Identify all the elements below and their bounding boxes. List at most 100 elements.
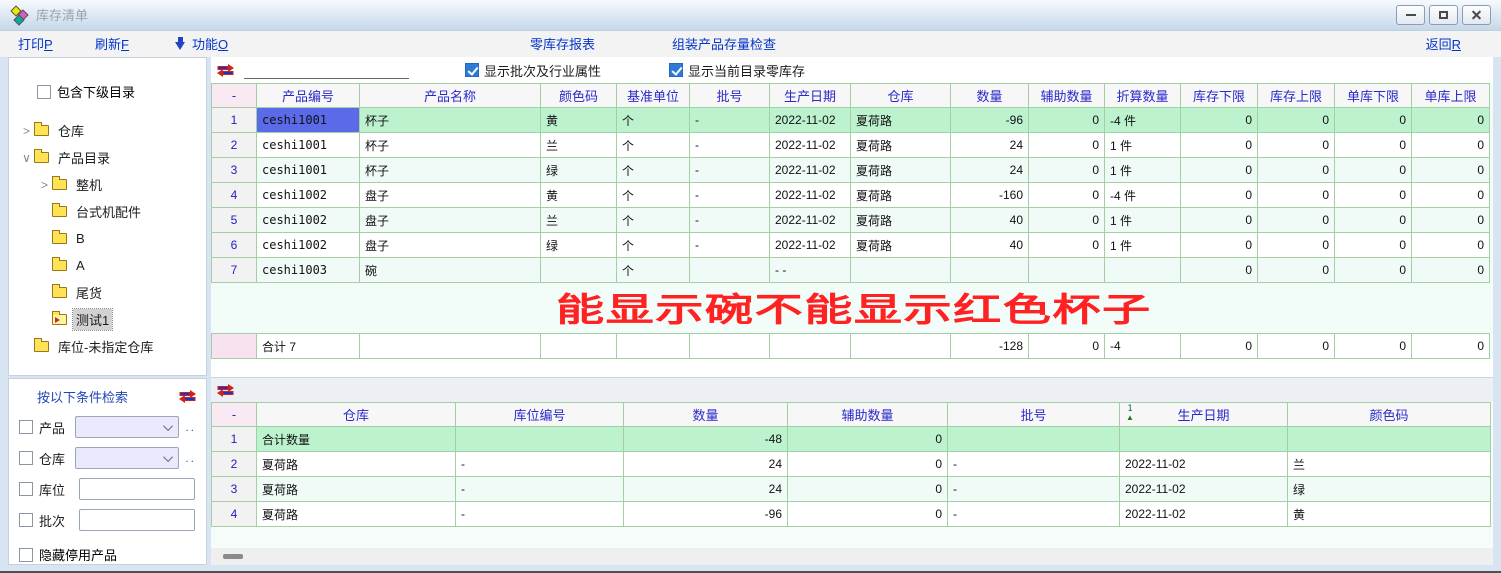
cell[interactable]: 2022-11-02 [770,133,851,158]
cell[interactable] [541,334,617,359]
cell[interactable]: 合计数量 [257,427,456,452]
col-header[interactable]: 生产日期 [770,84,851,108]
cell[interactable]: 0 [1412,133,1490,158]
cell[interactable]: 2022-11-02 [1120,502,1288,527]
tree-item-B[interactable]: B [9,225,206,252]
col-header[interactable]: 单库上限 [1412,84,1490,108]
cell[interactable]: 兰 [541,208,617,233]
cell[interactable]: -4 件 [1105,183,1181,208]
table-row[interactable]: 1ceshi1001杯子黄个-2022-11-02夏荷路-960-4 件0000 [212,108,1490,133]
cell[interactable]: 5 [212,208,257,233]
cell[interactable]: 个 [617,133,690,158]
table-row[interactable]: 7ceshi1003碗个- -0000 [212,258,1490,283]
cell[interactable]: 0 [1181,334,1258,359]
cell[interactable]: -4 件 [1105,108,1181,133]
col-header[interactable]: 数量 [951,84,1029,108]
cell[interactable]: 0 [1029,334,1105,359]
cell[interactable] [690,258,770,283]
cell[interactable]: 个 [617,208,690,233]
cell[interactable]: 个 [617,258,690,283]
hide-disabled-checkbox[interactable] [19,548,33,562]
cell[interactable]: 夏荷路 [851,133,951,158]
cell[interactable] [360,334,541,359]
cell[interactable] [541,258,617,283]
cell[interactable]: 0 [1258,258,1335,283]
cell[interactable] [948,427,1120,452]
cell[interactable]: - [690,158,770,183]
cell[interactable]: 个 [617,158,690,183]
cell[interactable] [851,258,951,283]
col-header[interactable]: 库存上限 [1258,84,1335,108]
cell[interactable]: 2022-11-02 [770,183,851,208]
cell[interactable]: 0 [1181,108,1258,133]
cell[interactable]: 黄 [541,183,617,208]
cell[interactable]: - [456,502,624,527]
chevron-down-icon[interactable] [160,417,178,437]
cell[interactable]: 夏荷路 [851,158,951,183]
tree-item-产品目录[interactable]: ∨产品目录 [9,144,206,171]
cell[interactable]: 4 [212,183,257,208]
cell[interactable]: 0 [1335,133,1412,158]
cell[interactable]: 0 [1412,208,1490,233]
cell[interactable]: 0 [1258,108,1335,133]
cell[interactable]: 夏荷路 [851,208,951,233]
cell[interactable]: - [948,477,1120,502]
cell[interactable]: ceshi1002 [257,183,360,208]
cell[interactable]: 黄 [1288,502,1491,527]
include-sub-checkbox[interactable] [37,85,51,99]
cell[interactable]: ceshi1002 [257,208,360,233]
quick-filter-input[interactable] [244,61,409,79]
cell[interactable]: 碗 [360,258,541,283]
cell[interactable]: 0 [1335,208,1412,233]
cell[interactable]: 24 [951,133,1029,158]
col-header[interactable]: 仓库 [257,403,456,427]
cell[interactable]: 1 [212,108,257,133]
table-row[interactable]: 2夏荷路-240-2022-11-02兰 [212,452,1491,477]
cell[interactable]: 0 [1412,334,1490,359]
col-header[interactable]: 辅助数量 [788,403,948,427]
cell[interactable]: 3 [212,158,257,183]
cell[interactable]: 夏荷路 [257,452,456,477]
cell[interactable]: 0 [1335,158,1412,183]
cell[interactable]: 0 [1258,233,1335,258]
col-header[interactable]: 批号 [690,84,770,108]
col-header[interactable]: 数量 [624,403,788,427]
table-row[interactable]: 5ceshi1002盘子兰个-2022-11-02夏荷路4001 件0000 [212,208,1490,233]
table-row[interactable]: 合计 7-1280-40000 [212,334,1490,359]
zero-stock-report-link[interactable]: 零库存报表 [530,34,595,53]
col-header[interactable]: 批号 [948,403,1120,427]
table-row[interactable]: 3夏荷路-240-2022-11-02绿 [212,477,1491,502]
cell[interactable]: 0 [1335,233,1412,258]
cell[interactable]: - [690,208,770,233]
cell[interactable]: 0 [788,427,948,452]
cell[interactable]: 2022-11-02 [770,233,851,258]
cell[interactable]: 0 [1412,233,1490,258]
tree-item-尾货[interactable]: 尾货 [9,279,206,306]
cell[interactable] [851,334,951,359]
cell[interactable]: 绿 [1288,477,1491,502]
cell[interactable] [951,258,1029,283]
cell[interactable]: 盘子 [360,183,541,208]
table-row[interactable]: 2ceshi1001杯子兰个-2022-11-02夏荷路2401 件0000 [212,133,1490,158]
col-header[interactable]: 1 ▲ 生产日期 [1120,403,1288,427]
cell[interactable]: 0 [1258,133,1335,158]
cell[interactable]: 0 [1335,183,1412,208]
cell[interactable]: 0 [788,477,948,502]
cell[interactable]: ceshi1001 [257,133,360,158]
cell[interactable]: - [948,502,1120,527]
cell[interactable]: 0 [1258,158,1335,183]
cell[interactable]: - [690,108,770,133]
close-button[interactable] [1462,5,1491,25]
cell[interactable]: 个 [617,183,690,208]
cell[interactable]: - - [770,258,851,283]
cell[interactable] [212,334,257,359]
cell[interactable]: 黄 [541,108,617,133]
cell[interactable]: -4 [1105,334,1181,359]
cell[interactable]: 0 [1412,258,1490,283]
col-header[interactable]: - [212,84,257,108]
cell[interactable]: 绿 [541,233,617,258]
minimize-button[interactable] [1396,5,1425,25]
show-zero-stock-checkbox[interactable] [669,63,683,77]
cell[interactable]: -96 [624,502,788,527]
maximize-button[interactable] [1429,5,1458,25]
